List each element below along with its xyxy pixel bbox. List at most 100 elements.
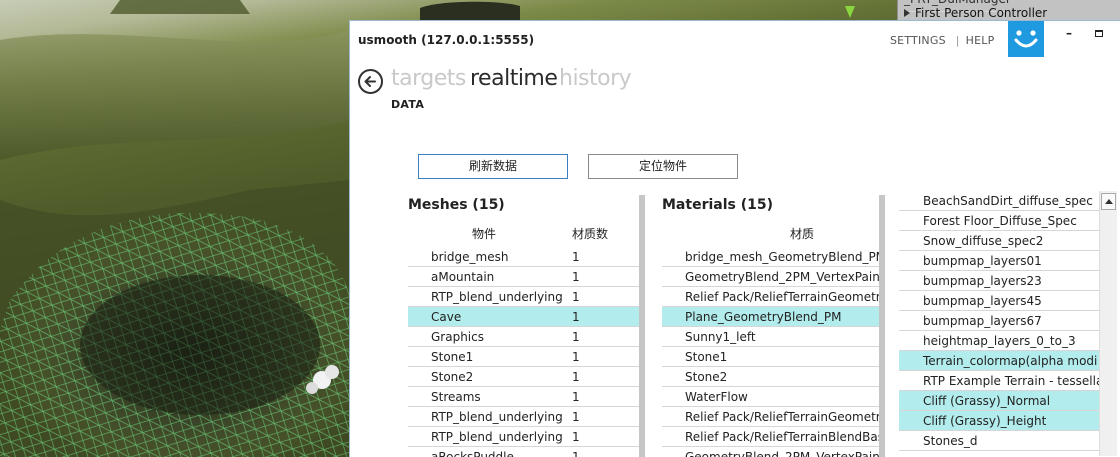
table-row[interactable]: bridge_mesh_GeometryBlend_PM	[662, 247, 880, 267]
list-item[interactable]: heightmap_layers_0_to_3	[899, 331, 1099, 351]
usmooth-window: usmooth (127.0.0.1:5555) SETTINGS | HELP –…	[349, 20, 1120, 457]
minimize-button[interactable]: –	[1062, 26, 1076, 40]
maximize-icon	[1095, 30, 1103, 37]
tab-history[interactable]: history	[559, 66, 632, 91]
table-row[interactable]: aRocksPuddle 1	[408, 447, 640, 457]
texture-name: bumpmap_layers45	[923, 294, 1042, 308]
table-row[interactable]: Relief Pack/ReliefTerrainGeometry	[662, 407, 880, 427]
list-item[interactable]: RTP Example Terrain - tessella	[899, 371, 1099, 391]
tab-targets[interactable]: targets	[391, 66, 466, 91]
mesh-name: Streams	[431, 390, 481, 404]
panel-divider[interactable]	[879, 195, 885, 457]
list-item[interactable]: bumpmap_layers45	[899, 291, 1099, 311]
list-item[interactable]: Forest Floor_Diffuse_Spec	[899, 211, 1099, 231]
list-item[interactable]: Cliff (Grassy)_Normal	[899, 391, 1099, 411]
material-name: Stone1	[685, 350, 728, 364]
settings-link[interactable]: SETTINGS	[890, 34, 946, 47]
list-item[interactable]: BeachSandDirt_diffuse_spec	[899, 191, 1099, 211]
material-name: Stone2	[685, 370, 728, 384]
table-row[interactable]: RTP_blend_underlying 1	[408, 407, 640, 427]
texture-name: bumpmap_layers01	[923, 254, 1042, 268]
table-row[interactable]: Stone1 1	[408, 347, 640, 367]
material-count: 1	[572, 350, 580, 364]
table-row[interactable]: GeometryBlend_2PM_VertexPaint	[662, 447, 880, 457]
tab-realtime[interactable]: realtime	[470, 66, 558, 91]
table-row[interactable]: Stone2 1	[408, 367, 640, 387]
refresh-data-button[interactable]: 刷新数据	[418, 154, 568, 179]
help-link[interactable]: HELP	[966, 34, 995, 47]
mesh-name: Stone2	[431, 370, 474, 384]
material-name: GeometryBlend_2PM_VertexPaint_	[685, 270, 880, 284]
back-button[interactable]	[358, 69, 383, 94]
table-row[interactable]: bridge_mesh 1	[408, 247, 640, 267]
material-name: GeometryBlend_2PM_VertexPaint	[685, 450, 880, 457]
table-row[interactable]: Relief Pack/ReliefTerrainGeometry	[662, 287, 880, 307]
panel-divider[interactable]	[639, 195, 645, 457]
locate-object-button[interactable]: 定位物件	[588, 154, 738, 179]
material-count: 1	[572, 390, 580, 404]
table-row[interactable]: Streams 1	[408, 387, 640, 407]
table-row[interactable]: Plane_GeometryBlend_PM	[662, 307, 880, 327]
texture-name: RTP Example Terrain - tessella	[923, 374, 1099, 388]
table-row[interactable]: Stone2	[662, 367, 880, 387]
col-header-material[interactable]: 材质	[790, 225, 814, 242]
table-row[interactable]: RTP_blend_underlying 1	[408, 287, 640, 307]
mesh-name: Stone1	[431, 350, 474, 364]
list-item[interactable]: Snow_diffuse_spec2	[899, 231, 1099, 251]
window-title: usmooth (127.0.0.1:5555)	[358, 33, 535, 47]
section-label: DATA	[391, 98, 425, 111]
smiley-logo-icon	[1008, 21, 1044, 57]
material-count: 1	[572, 450, 580, 457]
expand-arrow-icon[interactable]	[904, 9, 910, 17]
table-row[interactable]: Graphics 1	[408, 327, 640, 347]
material-count: 1	[572, 270, 580, 284]
material-count: 1	[572, 370, 580, 384]
mesh-name: aRocksPuddle	[431, 450, 514, 457]
material-count: 1	[572, 310, 580, 324]
list-item[interactable]: Cliff (Grassy)_Height	[899, 411, 1099, 431]
nav-row: targets realtime history	[350, 63, 1120, 103]
separator: |	[955, 34, 960, 47]
table-row[interactable]: aMountain 1	[408, 267, 640, 287]
mesh-name: RTP_blend_underlying	[431, 410, 563, 424]
textures-panel: BeachSandDirt_diffuse_spec Forest Floor_D…	[899, 191, 1120, 456]
col-header-material-count[interactable]: 材质数	[572, 225, 608, 242]
texture-name: bumpmap_layers23	[923, 274, 1042, 288]
smiley-face-icon	[1014, 30, 1038, 48]
mesh-name: Graphics	[431, 330, 484, 344]
table-row[interactable]: GeometryBlend_2PM_VertexPaint_	[662, 267, 880, 287]
texture-name: Cliff (Grassy)_Normal	[923, 394, 1051, 408]
table-row[interactable]: Stone1	[662, 347, 880, 367]
scroll-up-button[interactable]	[1101, 193, 1116, 210]
maximize-button[interactable]	[1092, 26, 1106, 40]
material-name: Relief Pack/ReliefTerrainBlendBas	[685, 430, 880, 444]
texture-name: Terrain_colormap(alpha modi	[923, 354, 1098, 368]
table-row[interactable]: Relief Pack/ReliefTerrainBlendBas	[662, 427, 880, 447]
table-row[interactable]: WaterFlow	[662, 387, 880, 407]
material-count: 1	[572, 290, 580, 304]
material-name: Plane_GeometryBlend_PM	[685, 310, 842, 324]
materials-panel: Materials (15) 材质 bridge_mesh_GeometryBl…	[662, 193, 880, 457]
meshes-table: bridge_mesh 1 aMountain 1 RTP_blend_underlyi…	[408, 247, 640, 457]
col-header-object[interactable]: 物件	[472, 225, 496, 242]
material-name: Relief Pack/ReliefTerrainGeometry	[685, 410, 880, 424]
title-bar: usmooth (127.0.0.1:5555) SETTINGS | HELP –	[350, 21, 1120, 63]
list-item[interactable]: Terrain_colormap(alpha modi	[899, 351, 1099, 371]
list-item[interactable]: Stones_d	[899, 431, 1099, 451]
textures-scrollbar[interactable]	[1099, 191, 1117, 456]
mesh-name: RTP_blend_underlying	[431, 290, 563, 304]
list-item[interactable]: bumpmap_layers01	[899, 251, 1099, 271]
material-count: 1	[572, 250, 580, 264]
texture-name: bumpmap_layers67	[923, 314, 1042, 328]
material-name: WaterFlow	[685, 390, 748, 404]
table-row[interactable]: Cave 1	[408, 307, 640, 327]
mesh-name: aMountain	[431, 270, 495, 284]
mesh-name: RTP_blend_underlying	[431, 430, 563, 444]
material-count: 1	[572, 430, 580, 444]
list-item[interactable]: Stones_n	[899, 451, 1099, 456]
table-row[interactable]: Sunny1_left	[662, 327, 880, 347]
material-count: 1	[572, 330, 580, 344]
table-row[interactable]: RTP_blend_underlying 1	[408, 427, 640, 447]
list-item[interactable]: bumpmap_layers23	[899, 271, 1099, 291]
list-item[interactable]: bumpmap_layers67	[899, 311, 1099, 331]
